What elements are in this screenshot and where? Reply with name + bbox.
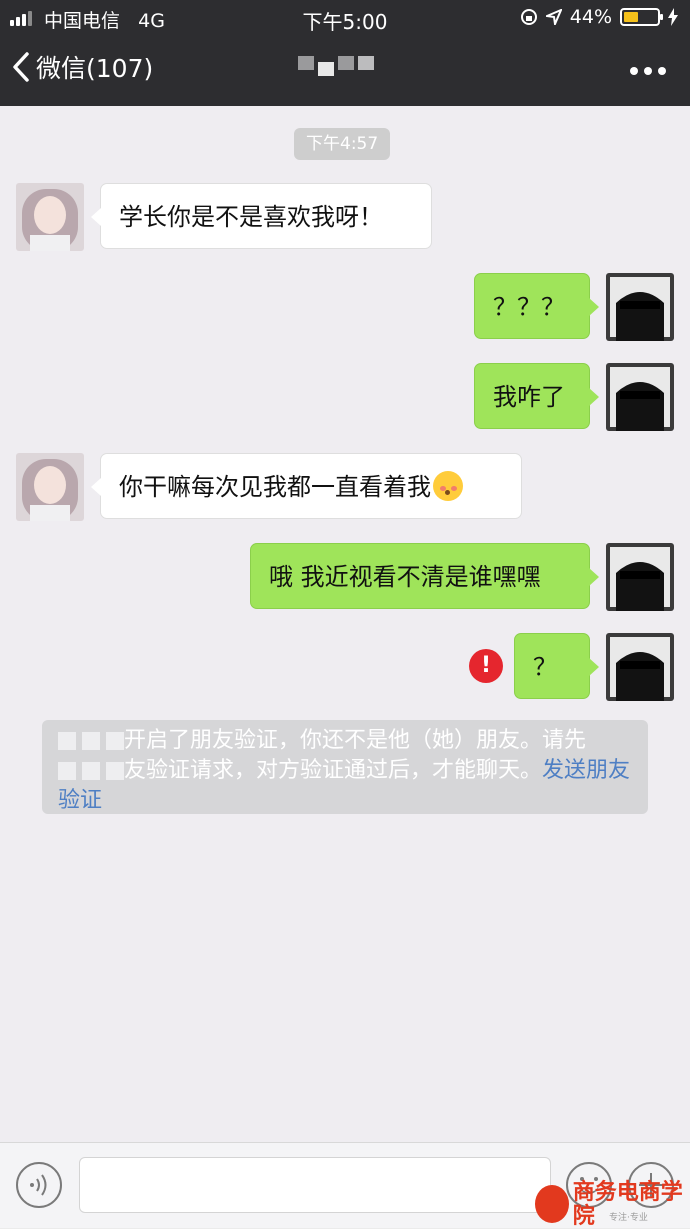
my-avatar[interactable] <box>606 363 674 431</box>
top-bar: 中国电信 4G 下午5:00 44% 微信(107) <box>0 0 690 106</box>
my-avatar[interactable] <box>606 543 674 611</box>
chevron-left-icon <box>13 52 29 82</box>
censored-name <box>58 732 124 750</box>
contact-avatar[interactable] <box>16 183 84 251</box>
my-avatar[interactable] <box>606 273 674 341</box>
friend-verification-notice: 开启了朋友验证，你还不是他（她）朋友。请先 友验证请求，对方验证通过后，才能聊天… <box>42 720 648 814</box>
location-icon <box>545 9 562 25</box>
more-options-icon[interactable] <box>630 67 666 75</box>
chat-area[interactable] <box>0 106 690 1142</box>
rotation-lock-icon <box>520 9 537 25</box>
nav-bar: 微信(107) <box>0 40 690 102</box>
message-bubble[interactable]: 你干嘛每次见我都一直看着我 <box>91 453 522 519</box>
timestamp-chip: 下午4:57 <box>294 128 391 160</box>
back-label: 微信(107) <box>36 54 154 83</box>
send-failed-icon[interactable]: ! <box>469 649 503 683</box>
battery-percent: 44% <box>569 6 612 28</box>
watermark: 商务电商学院 专注·专业 <box>535 1180 690 1228</box>
message-bubble[interactable]: ？？？ <box>474 273 599 339</box>
battery-icon <box>620 8 663 26</box>
voice-input-icon[interactable] <box>16 1162 62 1208</box>
message-bubble[interactable]: 学长你是不是喜欢我呀！ <box>91 183 432 249</box>
message-bubble[interactable]: ？ <box>514 633 599 699</box>
message-bubble[interactable]: 我咋了 <box>474 363 599 429</box>
message-bubble[interactable]: 哦 我近视看不清是谁嘿嘿 <box>250 543 599 609</box>
back-button[interactable]: 微信(107) <box>12 49 153 85</box>
flushed-face-emoji-icon <box>433 471 463 501</box>
my-avatar[interactable] <box>606 633 674 701</box>
status-bar: 中国电信 4G 下午5:00 44% <box>0 0 690 36</box>
watermark-slogan: 专注·专业 <box>609 1213 648 1223</box>
contact-name-censored <box>298 56 374 76</box>
message-input[interactable] <box>79 1157 551 1213</box>
contact-avatar[interactable] <box>16 453 84 521</box>
censored-text <box>58 762 124 780</box>
charging-icon <box>668 8 678 26</box>
watermark-logo-icon <box>535 1185 569 1223</box>
